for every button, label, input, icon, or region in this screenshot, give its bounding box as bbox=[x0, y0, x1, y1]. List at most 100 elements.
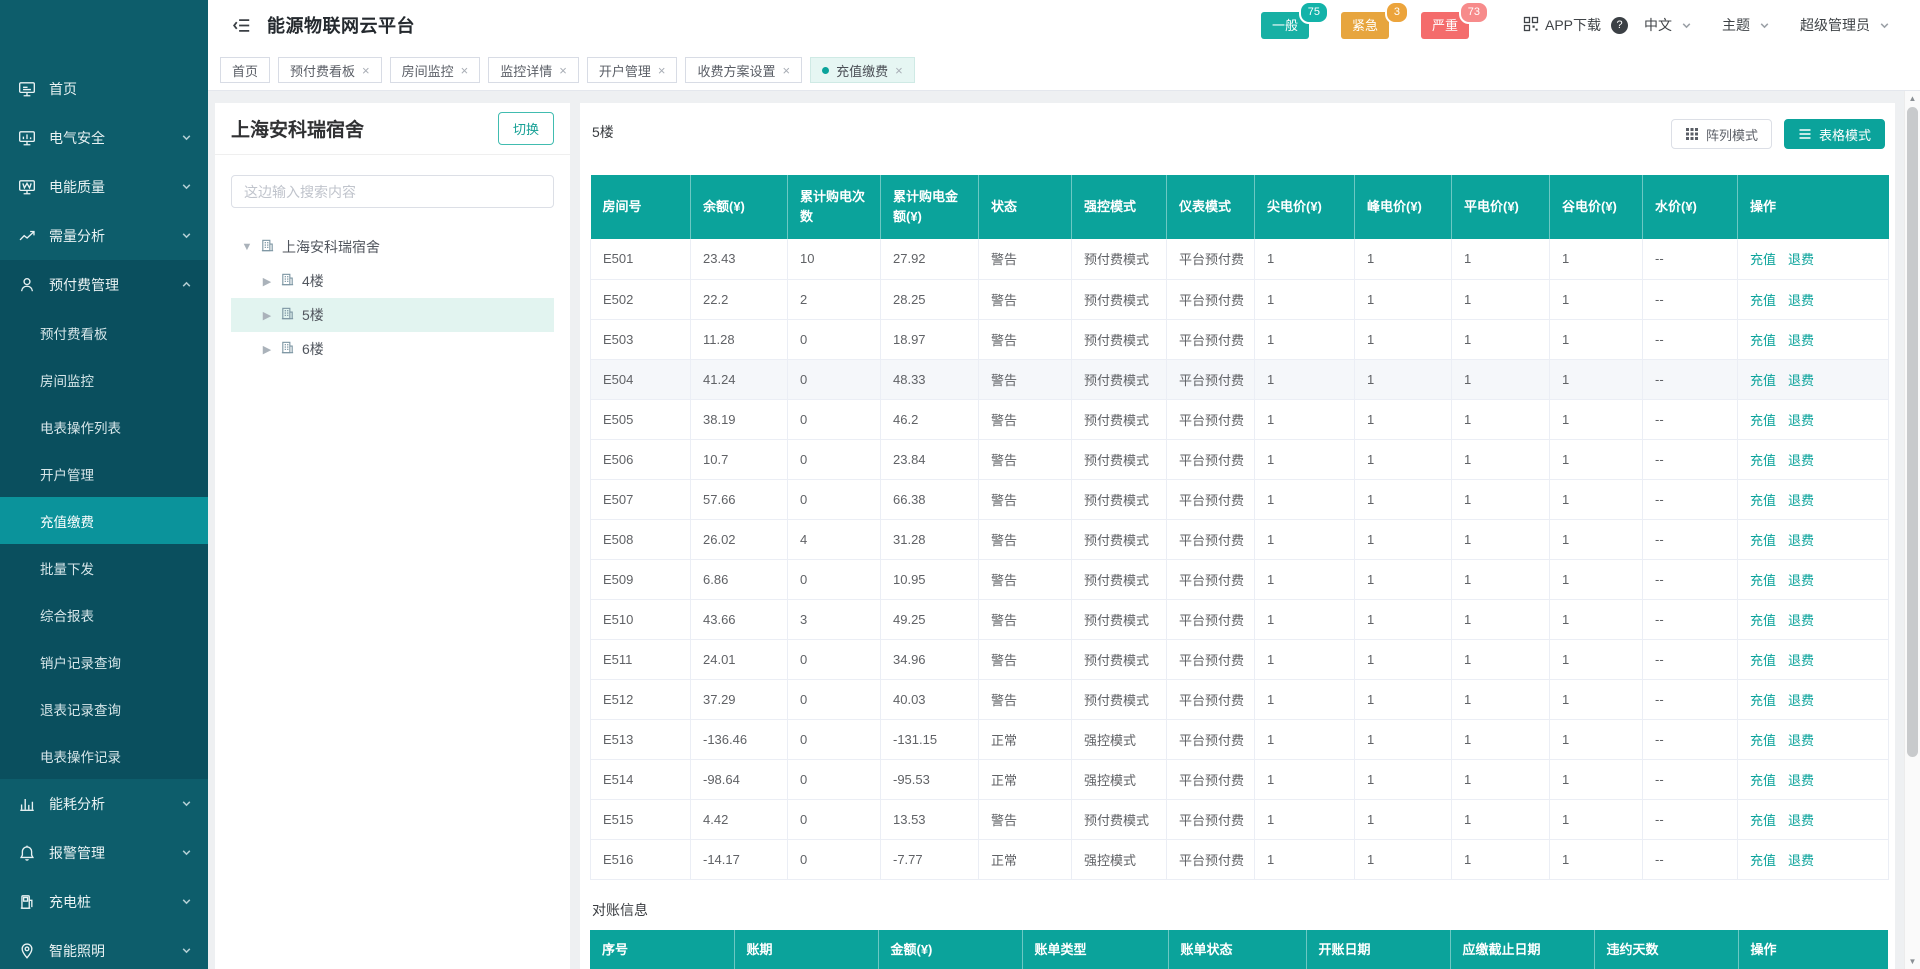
refund-link[interactable]: 退费 bbox=[1788, 573, 1814, 588]
refund-link[interactable]: 退费 bbox=[1788, 533, 1814, 548]
app-download-link[interactable]: APP下载 bbox=[1523, 15, 1601, 35]
tab-item[interactable]: 监控详情× bbox=[488, 57, 579, 83]
sidebar-subitem[interactable]: 预付费看板 bbox=[0, 309, 208, 356]
collapse-sidebar-icon[interactable] bbox=[232, 16, 251, 35]
help-icon[interactable]: ? bbox=[1611, 17, 1628, 34]
tab-item[interactable]: 首页 bbox=[220, 57, 270, 83]
caret-right-icon[interactable]: ▶ bbox=[261, 275, 273, 288]
close-icon[interactable]: × bbox=[658, 64, 666, 77]
recharge-link[interactable]: 充值 bbox=[1750, 733, 1776, 748]
recharge-link[interactable]: 充值 bbox=[1750, 653, 1776, 668]
tree-node-root[interactable]: ▼上海安科瑞宿舍 bbox=[231, 230, 554, 264]
tab-item[interactable]: 收费方案设置× bbox=[685, 57, 802, 83]
recharge-link[interactable]: 充值 bbox=[1750, 333, 1776, 348]
refund-link[interactable]: 退费 bbox=[1788, 373, 1814, 388]
tree-node-floor[interactable]: ▶5楼 bbox=[231, 298, 554, 332]
sidebar-item[interactable]: 报警管理 bbox=[0, 828, 208, 877]
close-icon[interactable]: × bbox=[895, 64, 903, 77]
close-icon[interactable]: × bbox=[461, 64, 469, 77]
table-mode-button[interactable]: 表格模式 bbox=[1784, 119, 1885, 149]
theme-dropdown[interactable]: 主题 bbox=[1722, 15, 1770, 35]
close-icon[interactable]: × bbox=[559, 64, 567, 77]
sidebar-item[interactable]: 首页 bbox=[0, 64, 208, 113]
table-cell: E509 bbox=[591, 559, 691, 599]
tab-item[interactable]: 开户管理× bbox=[587, 57, 678, 83]
recharge-link[interactable]: 充值 bbox=[1750, 493, 1776, 508]
refund-link[interactable]: 退费 bbox=[1788, 453, 1814, 468]
refund-link[interactable]: 退费 bbox=[1788, 733, 1814, 748]
alarm-button[interactable]: 严重73 bbox=[1421, 12, 1469, 39]
language-dropdown[interactable]: 中文 bbox=[1644, 15, 1692, 35]
sidebar-item[interactable]: 充电桩 bbox=[0, 877, 208, 926]
sidebar-subitem[interactable]: 电表操作列表 bbox=[0, 403, 208, 450]
table-cell: 1 bbox=[1355, 679, 1452, 719]
tab-item[interactable]: 房间监控× bbox=[390, 57, 481, 83]
sidebar-item-label: 电气安全 bbox=[49, 128, 105, 148]
sidebar-subitem[interactable]: 房间监控 bbox=[0, 356, 208, 403]
refund-link[interactable]: 退费 bbox=[1788, 333, 1814, 348]
caret-right-icon[interactable]: ▶ bbox=[261, 309, 273, 322]
close-icon[interactable]: × bbox=[782, 64, 790, 77]
close-icon[interactable]: × bbox=[362, 64, 370, 77]
caret-down-icon[interactable]: ▼ bbox=[241, 241, 253, 253]
refund-link[interactable]: 退费 bbox=[1788, 653, 1814, 668]
refund-link[interactable]: 退费 bbox=[1788, 293, 1814, 308]
sidebar-item[interactable]: 智能照明 bbox=[0, 926, 208, 969]
table-cell: 1 bbox=[1452, 679, 1550, 719]
recharge-link[interactable]: 充值 bbox=[1750, 453, 1776, 468]
recharge-link[interactable]: 充值 bbox=[1750, 293, 1776, 308]
recharge-link[interactable]: 充值 bbox=[1750, 533, 1776, 548]
tab-label: 充值缴费 bbox=[836, 61, 888, 80]
caret-right-icon[interactable]: ▶ bbox=[261, 343, 273, 356]
refund-link[interactable]: 退费 bbox=[1788, 493, 1814, 508]
table-row: E50441.24048.33警告预付费模式平台预付费1111--充值退费 bbox=[591, 359, 1889, 399]
recharge-link[interactable]: 充值 bbox=[1750, 813, 1776, 828]
table-cell: 预付费模式 bbox=[1072, 799, 1167, 839]
table-cell: 预付费模式 bbox=[1072, 239, 1167, 279]
sidebar-item[interactable]: 需量分析 bbox=[0, 211, 208, 260]
recharge-link[interactable]: 充值 bbox=[1750, 773, 1776, 788]
tree-node-floor[interactable]: ▶4楼 bbox=[231, 264, 554, 298]
refund-link[interactable]: 退费 bbox=[1788, 773, 1814, 788]
switch-button[interactable]: 切换 bbox=[498, 112, 554, 145]
recharge-link[interactable]: 充值 bbox=[1750, 373, 1776, 388]
scroll-up-arrow[interactable]: ▲ bbox=[1905, 91, 1920, 106]
search-input[interactable] bbox=[231, 175, 554, 208]
recharge-link[interactable]: 充值 bbox=[1750, 252, 1776, 267]
table-cell: 1 bbox=[1550, 359, 1643, 399]
sidebar-item[interactable]: 电气安全 bbox=[0, 113, 208, 162]
alarm-button[interactable]: 一般75 bbox=[1261, 12, 1309, 39]
sidebar-subitem[interactable]: 电表操作记录 bbox=[0, 732, 208, 779]
vertical-scrollbar[interactable]: ▲ ▼ bbox=[1904, 91, 1920, 969]
scrollbar-thumb[interactable] bbox=[1907, 107, 1918, 757]
sidebar-item[interactable]: 能耗分析 bbox=[0, 779, 208, 828]
alarm-button[interactable]: 紧急3 bbox=[1341, 12, 1389, 39]
scroll-down-arrow[interactable]: ▼ bbox=[1905, 954, 1920, 969]
recharge-link[interactable]: 充值 bbox=[1750, 853, 1776, 868]
user-dropdown[interactable]: 超级管理员 bbox=[1800, 15, 1890, 35]
refund-link[interactable]: 退费 bbox=[1788, 693, 1814, 708]
grid-mode-button[interactable]: 阵列模式 bbox=[1671, 119, 1772, 149]
recharge-link[interactable]: 充值 bbox=[1750, 573, 1776, 588]
refund-link[interactable]: 退费 bbox=[1788, 252, 1814, 267]
sidebar-subitem[interactable]: 充值缴费 bbox=[0, 497, 208, 544]
table-cell: 1 bbox=[1255, 319, 1355, 359]
recharge-link[interactable]: 充值 bbox=[1750, 413, 1776, 428]
refund-link[interactable]: 退费 bbox=[1788, 613, 1814, 628]
sidebar-subitem[interactable]: 综合报表 bbox=[0, 591, 208, 638]
table-cell: 0 bbox=[788, 319, 881, 359]
tree-node-floor[interactable]: ▶6楼 bbox=[231, 332, 554, 366]
refund-link[interactable]: 退费 bbox=[1788, 413, 1814, 428]
refund-link[interactable]: 退费 bbox=[1788, 813, 1814, 828]
sidebar-item[interactable]: 预付费管理 bbox=[0, 260, 208, 309]
recharge-link[interactable]: 充值 bbox=[1750, 613, 1776, 628]
sidebar-subitem[interactable]: 开户管理 bbox=[0, 450, 208, 497]
sidebar-item[interactable]: 电能质量 bbox=[0, 162, 208, 211]
sidebar-subitem[interactable]: 销户记录查询 bbox=[0, 638, 208, 685]
tab-item[interactable]: 预付费看板× bbox=[278, 57, 382, 83]
sidebar-subitem[interactable]: 批量下发 bbox=[0, 544, 208, 591]
sidebar-subitem[interactable]: 退表记录查询 bbox=[0, 685, 208, 732]
refund-link[interactable]: 退费 bbox=[1788, 853, 1814, 868]
tab-active[interactable]: 充值缴费 × bbox=[810, 57, 915, 83]
recharge-link[interactable]: 充值 bbox=[1750, 693, 1776, 708]
